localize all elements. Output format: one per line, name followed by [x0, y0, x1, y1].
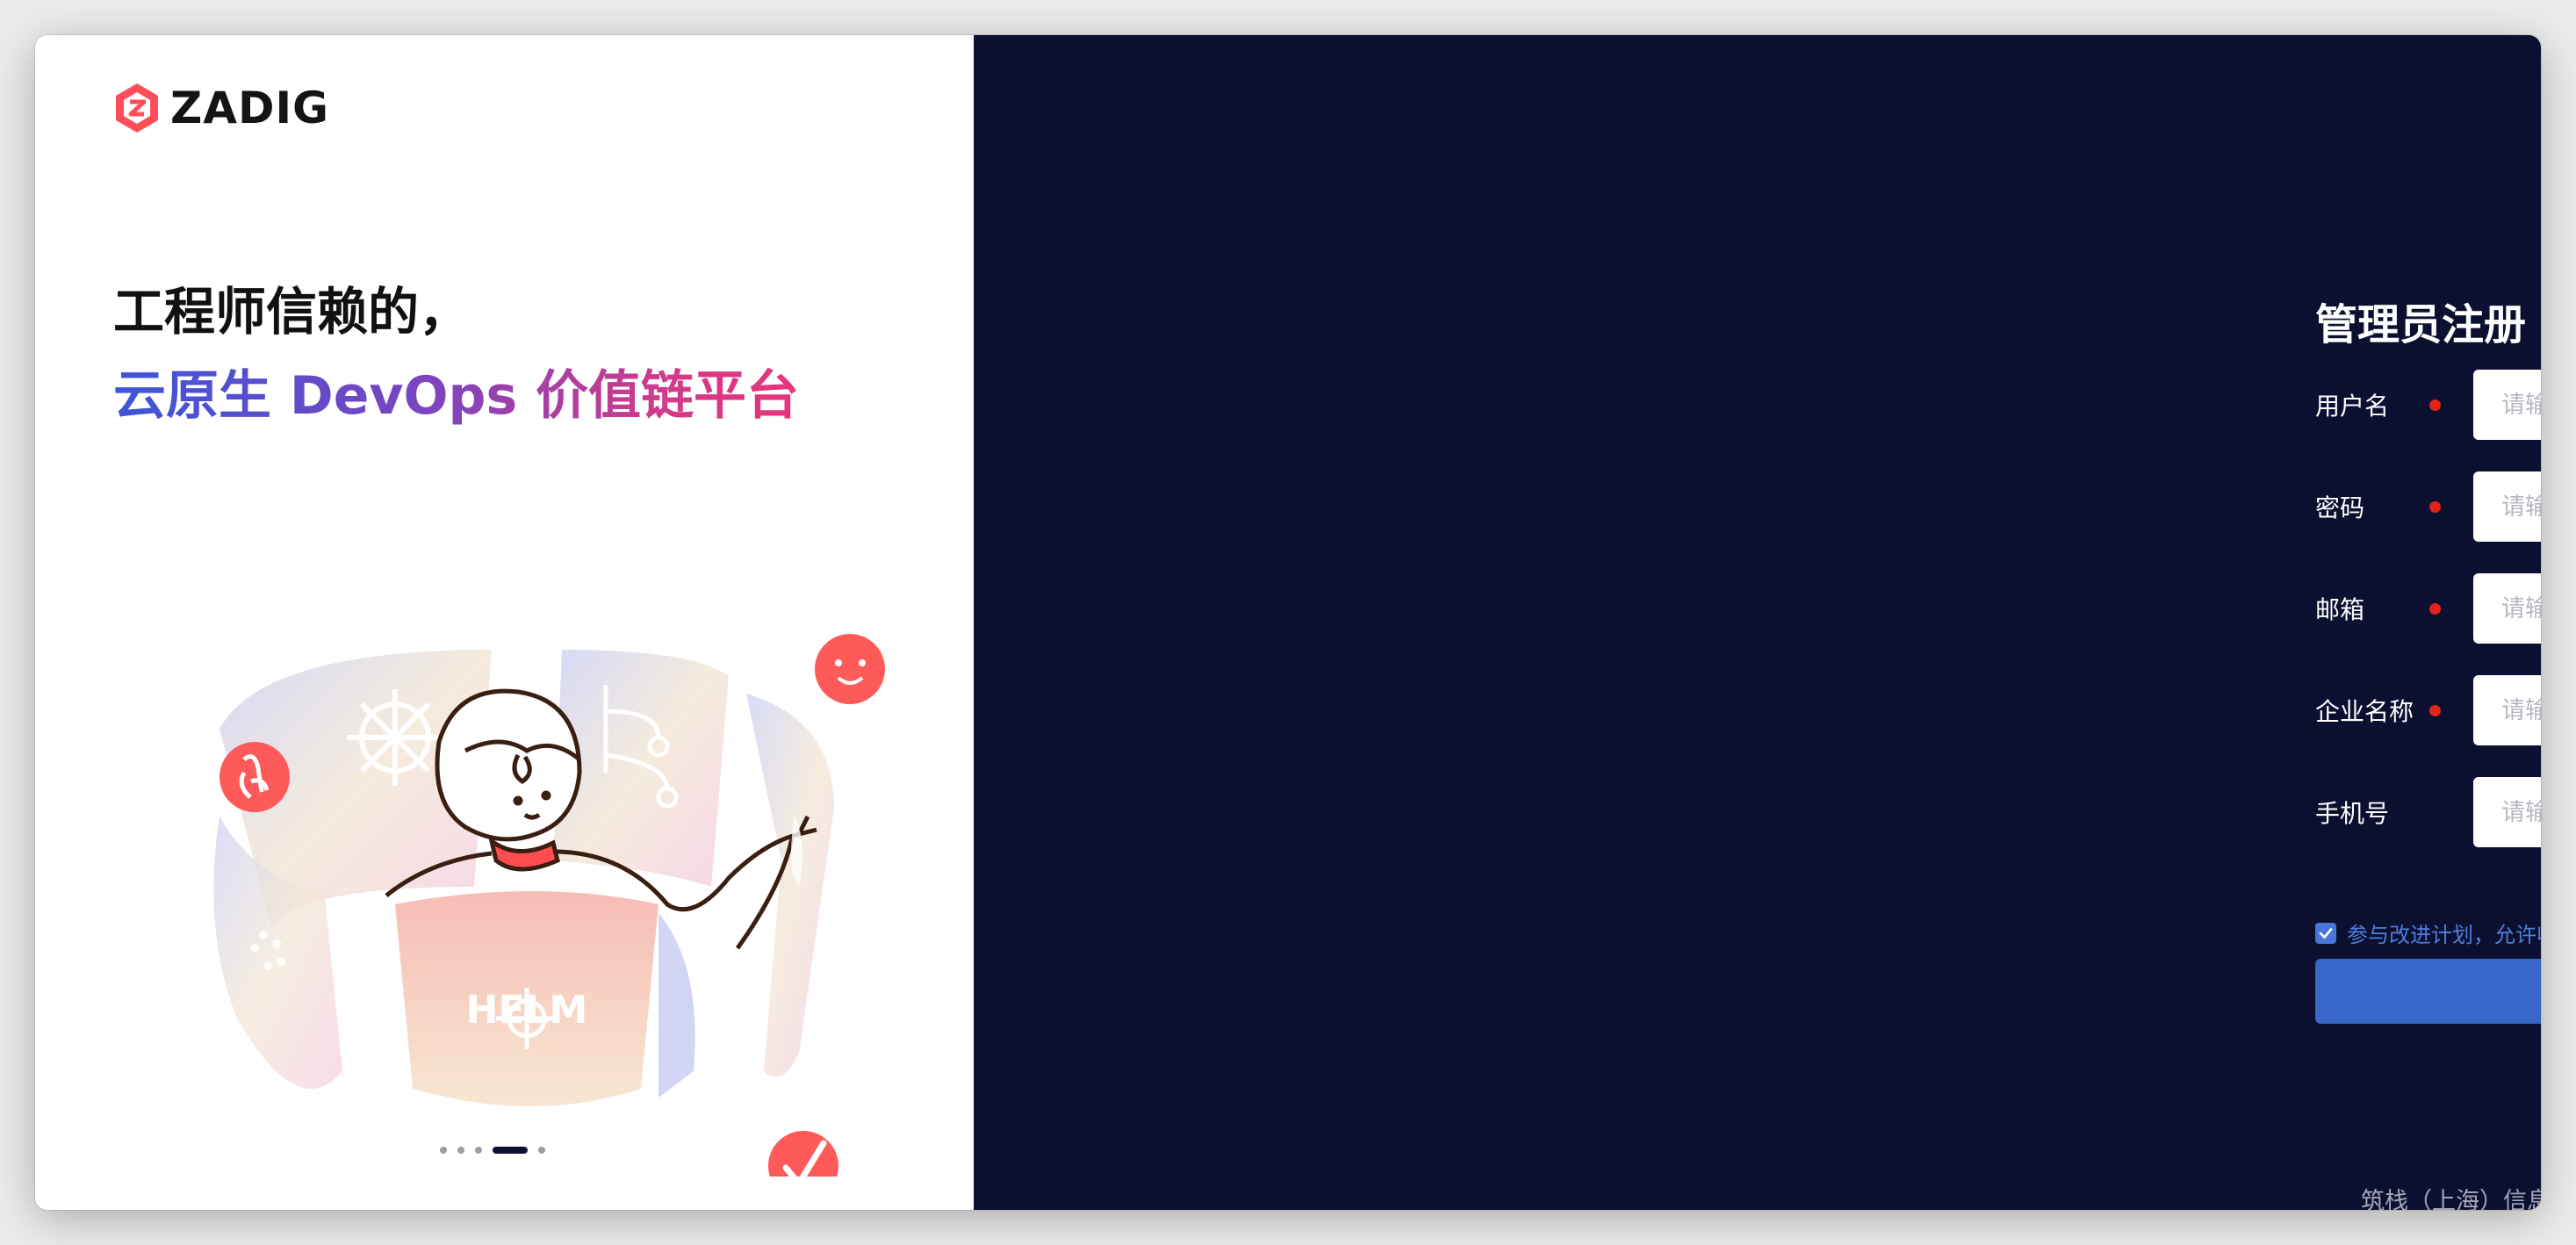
required-marker [2429, 500, 2441, 513]
register-panel: 管理员注册 用户名 密码 邮箱 企业名称 手机号 [974, 35, 2541, 1210]
agreement-text: 参与改进计划，允许收集匿名统计数据，以帮助我们改进产品 [2347, 923, 2541, 947]
hand-ok-badge-icon [219, 742, 290, 812]
brand-panel: ZADIG 工程师信赖的， 云原生 DevOps 价值链平台 HELM [35, 35, 974, 1210]
email-row: 邮箱 [2315, 573, 2541, 644]
register-button[interactable]: 注册 [2315, 959, 2541, 1024]
carousel-dot[interactable] [457, 1147, 464, 1154]
email-label: 邮箱 [2315, 595, 2365, 624]
carousel-dot[interactable] [440, 1147, 447, 1154]
phone-row: 手机号 [2315, 777, 2541, 847]
zadig-logo[interactable]: ZADIG [112, 81, 329, 135]
improvement-program-agreement[interactable]: 参与改进计划，允许收集匿名统计数据，以帮助我们改进产品 [2315, 918, 2541, 948]
hero-title-line2: 云原生 DevOps 价值链平台 [113, 353, 799, 429]
smile-badge-icon [815, 634, 885, 704]
carousel-dot[interactable] [538, 1147, 545, 1154]
phone-label: 手机号 [2315, 799, 2390, 828]
email-input[interactable] [2473, 573, 2541, 644]
company-label: 企业名称 [2315, 697, 2414, 726]
required-marker [2429, 399, 2441, 411]
required-marker [2429, 704, 2441, 716]
check-icon [2319, 927, 2333, 939]
company-row: 企业名称 [2315, 675, 2541, 745]
form-title: 管理员注册 [2315, 300, 2527, 349]
copyright-text: 筑栈（上海）信息技术有限公司 KodeRover ©2023 [2361, 1188, 2541, 1210]
carousel-indicator [440, 1147, 545, 1154]
password-input[interactable] [2473, 471, 2541, 542]
username-row: 用户名 [2315, 370, 2541, 440]
carousel-dot-active[interactable] [493, 1147, 528, 1154]
password-row: 密码 [2315, 471, 2541, 542]
username-input[interactable] [2473, 370, 2541, 440]
phone-input[interactable] [2473, 777, 2541, 847]
login-window: ZADIG 工程师信赖的， 云原生 DevOps 价值链平台 HELM 管理员注… [35, 35, 2541, 1210]
carousel-dot[interactable] [475, 1147, 482, 1154]
company-input[interactable] [2473, 675, 2541, 745]
agreement-checkbox[interactable] [2315, 922, 2336, 944]
hero-illustration: HELM [213, 634, 885, 1177]
footer: 筑栈（上海）信息技术有限公司 KodeRover ©2023 i A [2361, 1182, 2541, 1210]
password-label: 密码 [2315, 493, 2365, 522]
zadig-logo-icon [116, 83, 158, 133]
panel-far-right [746, 694, 834, 1077]
required-marker [2429, 602, 2441, 615]
hero-title-line1: 工程师信赖的， [113, 282, 471, 342]
check-badge-icon [768, 1131, 838, 1177]
logo-text: ZADIG [170, 83, 330, 133]
helm-text: HELM [466, 988, 588, 1033]
username-label: 用户名 [2315, 392, 2390, 421]
